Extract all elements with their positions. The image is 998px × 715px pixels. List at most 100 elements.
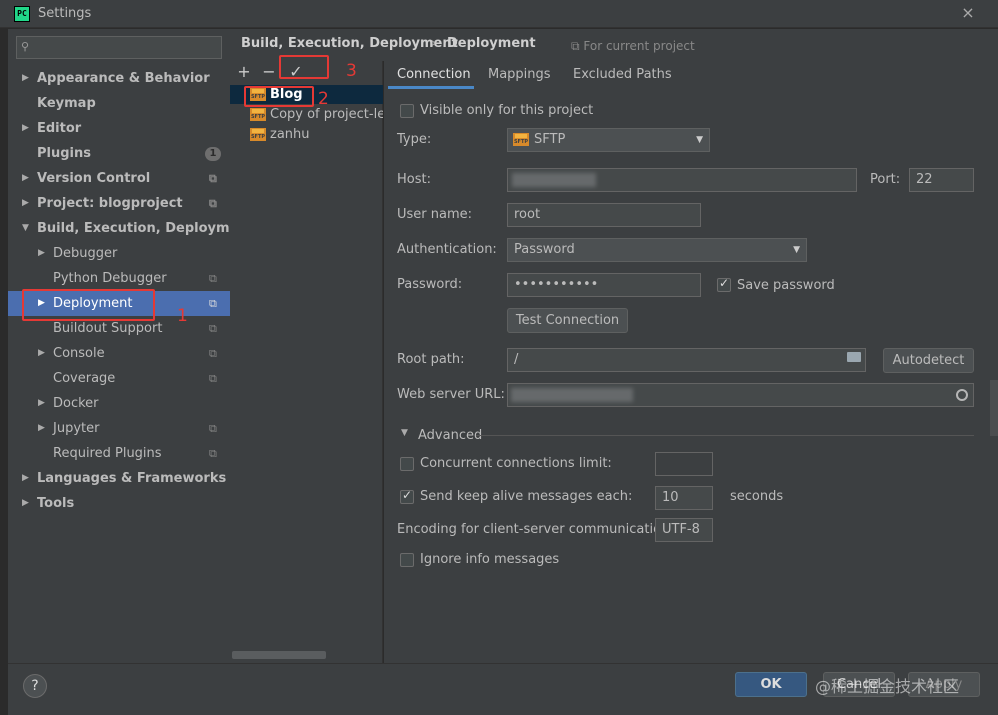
username-label: User name:: [397, 207, 473, 222]
tab-connection[interactable]: Connection: [397, 67, 471, 82]
chevron-right-icon[interactable]: ▶: [22, 166, 29, 191]
sftp-server-icon: SFTP: [250, 128, 266, 141]
sidebar-item-jupyter[interactable]: ▶ Jupyter ⧉: [8, 416, 230, 441]
project-scope-icon: ⧉: [209, 297, 217, 310]
chevron-right-icon[interactable]: ▶: [38, 416, 45, 441]
sftp-server-icon: SFTP: [513, 133, 529, 146]
globe-icon[interactable]: [956, 389, 968, 401]
sidebar-item-docker[interactable]: ▶ Docker: [8, 391, 230, 416]
horizontal-scrollbar[interactable]: [232, 651, 326, 659]
encoding-field[interactable]: UTF-8: [655, 518, 713, 542]
authentication-select[interactable]: Password ▼: [507, 238, 807, 262]
seconds-label: seconds: [730, 489, 784, 504]
sidebar-item-project[interactable]: ▶ Project: blogproject ⧉: [8, 191, 230, 216]
root-path-label: Root path:: [397, 352, 465, 367]
web-server-url-label: Web server URL:: [397, 387, 505, 402]
sidebar-item-console[interactable]: ▶ Console ⧉: [8, 341, 230, 366]
project-scope-icon: ⧉: [209, 347, 217, 360]
project-scope-icon: ⧉: [209, 447, 217, 460]
search-icon: ⚲: [21, 40, 30, 53]
redacted-url: [511, 388, 633, 402]
save-password-checkbox[interactable]: ✓: [717, 276, 731, 292]
sidebar-item-coverage[interactable]: Coverage ⧉: [8, 366, 230, 391]
help-button[interactable]: ?: [23, 674, 47, 698]
chevron-right-icon[interactable]: ▶: [22, 191, 29, 216]
visible-only-label: Visible only for this project: [420, 103, 594, 118]
host-label: Host:: [397, 172, 431, 187]
advanced-divider: [476, 435, 974, 436]
chevron-right-icon[interactable]: ▶: [22, 466, 29, 491]
background-editor-strip: [0, 677, 8, 715]
test-connection-button[interactable]: Test Connection: [507, 308, 628, 333]
watermark: @稀土掘金技术社区: [815, 677, 960, 696]
breadcrumb-separator: ›: [431, 36, 437, 51]
annotation-box-2: [244, 86, 314, 107]
pycharm-logo-icon: PC: [14, 6, 30, 22]
project-scope-icon: ⧉: [209, 422, 217, 435]
username-field[interactable]: root: [507, 203, 701, 227]
sidebar-item-version-control[interactable]: ▶ Version Control ⧉: [8, 166, 230, 191]
keep-alive-label: Send keep alive messages each:: [420, 489, 633, 504]
sidebar-item-keymap[interactable]: Keymap: [8, 91, 230, 116]
folder-icon[interactable]: [847, 352, 861, 362]
password-field[interactable]: •••••••••••: [507, 273, 701, 297]
visible-only-checkbox[interactable]: [400, 104, 414, 118]
autodetect-button[interactable]: Autodetect: [883, 348, 974, 373]
breadcrumb-parent[interactable]: Build, Execution, Deployment: [241, 36, 458, 51]
sidebar-item-languages-frameworks[interactable]: ▶ Languages & Frameworks: [8, 466, 230, 491]
chevron-right-icon[interactable]: ▶: [22, 491, 29, 516]
window-title: Settings: [38, 6, 92, 21]
breadcrumb-current: Deployment: [447, 36, 536, 51]
tab-excluded-paths[interactable]: Excluded Paths: [573, 67, 672, 82]
sidebar-item-python-debugger[interactable]: Python Debugger ⧉: [8, 266, 230, 291]
project-scope-icon: ⧉: [209, 372, 217, 385]
remove-server-button[interactable]: −: [261, 62, 277, 81]
close-window-button[interactable]: ×: [958, 3, 978, 22]
settings-search-input[interactable]: ⚲: [16, 36, 222, 59]
sidebar-item-debugger[interactable]: ▶ Debugger: [8, 241, 230, 266]
tab-mappings[interactable]: Mappings: [488, 67, 551, 82]
advanced-section-title[interactable]: Advanced: [418, 428, 482, 443]
title-bar: PC Settings ×: [0, 0, 998, 28]
connection-panel: Visible only for this project Type: SFTP…: [384, 89, 998, 663]
sidebar-item-appearance[interactable]: ▶ Appearance & Behavior: [8, 66, 230, 91]
web-server-url-field[interactable]: [507, 383, 974, 407]
server-item-copy[interactable]: SFTP Copy of project-level server 'Blog': [230, 105, 383, 124]
sidebar-item-plugins[interactable]: Plugins 1: [8, 141, 230, 166]
type-label: Type:: [397, 132, 432, 147]
sidebar-item-build-execution-deployment[interactable]: ▼ Build, Execution, Deployment: [8, 216, 254, 241]
annotation-number-3: 3: [346, 61, 357, 81]
chevron-right-icon[interactable]: ▶: [38, 391, 45, 416]
root-path-field[interactable]: /: [507, 348, 866, 372]
keep-alive-field[interactable]: 10: [655, 486, 713, 510]
concurrent-limit-field[interactable]: [655, 452, 713, 476]
chevron-right-icon[interactable]: ▶: [22, 116, 29, 141]
chevron-down-icon: ▼: [696, 135, 703, 145]
host-field[interactable]: [507, 168, 857, 192]
sidebar-item-editor[interactable]: ▶ Editor: [8, 116, 230, 141]
keep-alive-checkbox[interactable]: ✓: [400, 488, 414, 504]
server-item-zanhu[interactable]: SFTP zanhu: [230, 125, 383, 144]
chevron-right-icon[interactable]: ▶: [38, 341, 45, 366]
port-field[interactable]: 22: [909, 168, 974, 192]
sidebar-item-tools[interactable]: ▶ Tools: [8, 491, 230, 516]
concurrent-limit-label: Concurrent connections limit:: [420, 456, 612, 471]
ignore-info-checkbox[interactable]: [400, 553, 414, 567]
server-list-pane: + − ✓ SFTP Blog SFTP Copy of project-lev…: [230, 61, 383, 663]
type-select[interactable]: SFTP SFTP ▼: [507, 128, 710, 152]
ok-button[interactable]: OK: [735, 672, 807, 697]
add-server-button[interactable]: +: [236, 62, 252, 81]
annotation-box-3: [279, 55, 329, 79]
background-editor-strip: [0, 29, 8, 677]
sidebar-item-required-plugins[interactable]: Required Plugins ⧉: [8, 441, 230, 466]
chevron-down-icon[interactable]: ▼: [401, 428, 408, 438]
ignore-info-label: Ignore info messages: [420, 552, 560, 567]
chevron-down-icon: ▼: [793, 245, 800, 255]
chevron-right-icon[interactable]: ▶: [22, 66, 29, 91]
scope-label: ⧉ For current project: [571, 39, 695, 53]
concurrent-limit-checkbox[interactable]: [400, 457, 414, 471]
chevron-right-icon[interactable]: ▶: [38, 241, 45, 266]
project-scope-icon: ⧉: [209, 272, 217, 285]
chevron-down-icon[interactable]: ▼: [22, 216, 29, 241]
port-label: Port:: [870, 172, 901, 187]
